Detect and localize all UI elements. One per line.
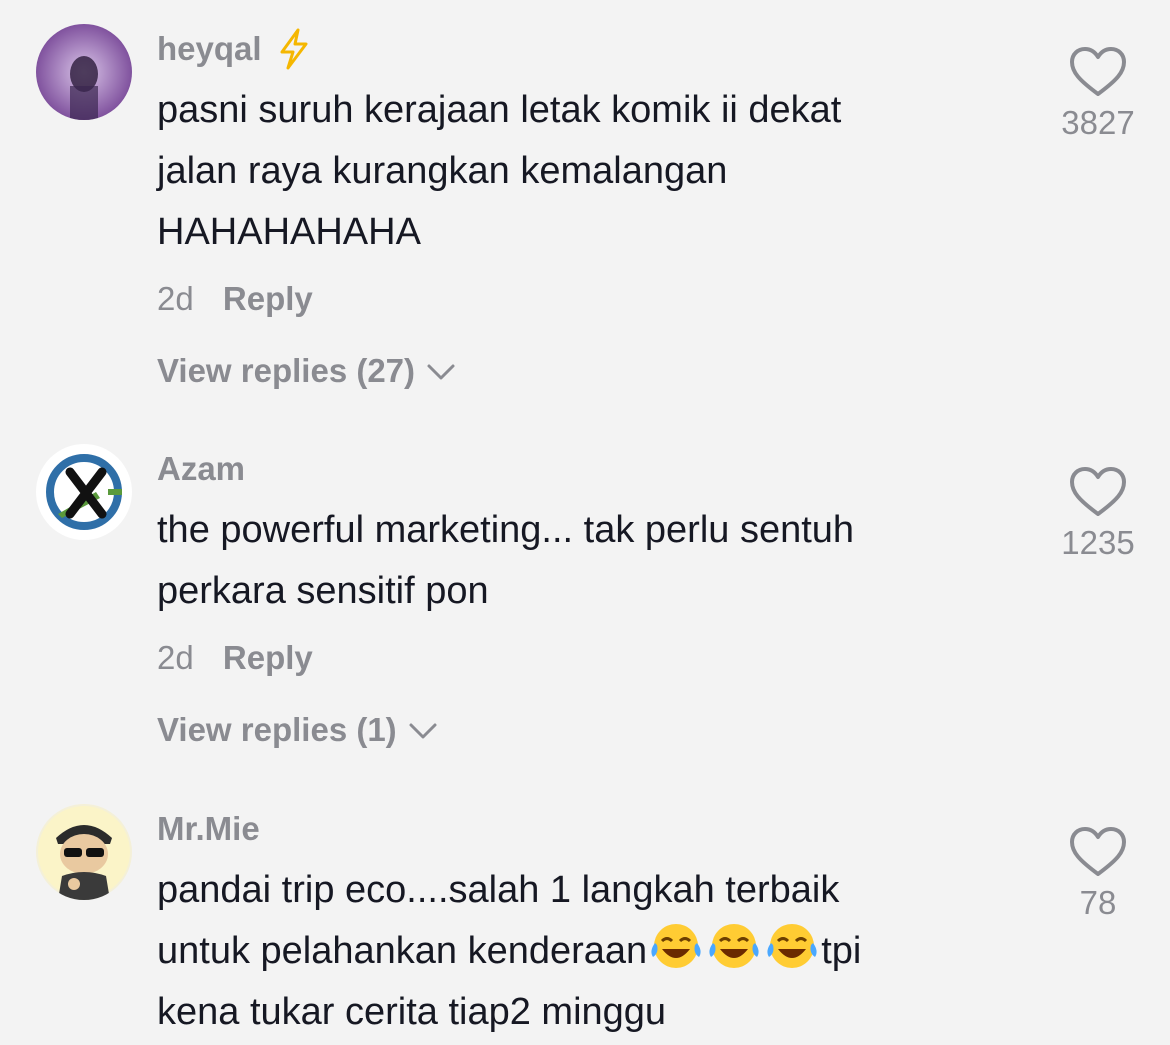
view-replies-button[interactable]: View replies (27) [157, 349, 457, 393]
like-count: 78 [1079, 884, 1117, 921]
chevron-down-icon [427, 364, 455, 380]
face-with-tears-of-joy-icon [709, 924, 759, 968]
timestamp: 2d [157, 280, 194, 317]
heart-icon [1070, 467, 1126, 516]
avatar[interactable] [36, 24, 132, 120]
like-button[interactable]: 78 [1048, 826, 1148, 922]
comment-list: heyqal pasni suruh kerajaan letak komik … [0, 0, 1170, 1045]
like-count: 3827 [1061, 104, 1135, 141]
username[interactable]: Mr.Mie [157, 808, 1017, 850]
avatar[interactable] [36, 444, 132, 540]
face-with-tears-of-joy-icon [767, 924, 817, 968]
avatar-image [36, 24, 132, 120]
heart-icon [1070, 827, 1126, 876]
avatar[interactable] [36, 804, 132, 900]
view-replies-button[interactable]: View replies (1) [157, 708, 439, 752]
comment-meta: 2d Reply [157, 277, 1017, 321]
face-with-tears-of-joy-icon [651, 924, 701, 968]
chevron-down-icon [409, 723, 437, 739]
reply-button[interactable]: Reply [223, 280, 313, 317]
timestamp: 2d [157, 639, 194, 676]
comment-meta: 2d Reply [157, 636, 1017, 680]
like-button[interactable]: 3827 [1048, 46, 1148, 142]
lightning-bolt-icon [280, 28, 308, 70]
like-button[interactable]: 1235 [1048, 466, 1148, 562]
comment-text: the powerful marketing... tak perlu sent… [157, 509, 855, 612]
comment-text: pasni suruh kerajaan letak komik ii deka… [157, 89, 842, 253]
heart-icon [1070, 47, 1126, 96]
avatar-image [36, 444, 132, 540]
avatar-image [36, 804, 132, 900]
reply-button[interactable]: Reply [223, 639, 313, 676]
comment-text: pandai trip eco....salah 1 langkah terba… [157, 869, 862, 1033]
username[interactable]: heyqal [157, 28, 1017, 70]
like-count: 1235 [1061, 524, 1135, 561]
username[interactable]: Azam [157, 448, 1017, 490]
